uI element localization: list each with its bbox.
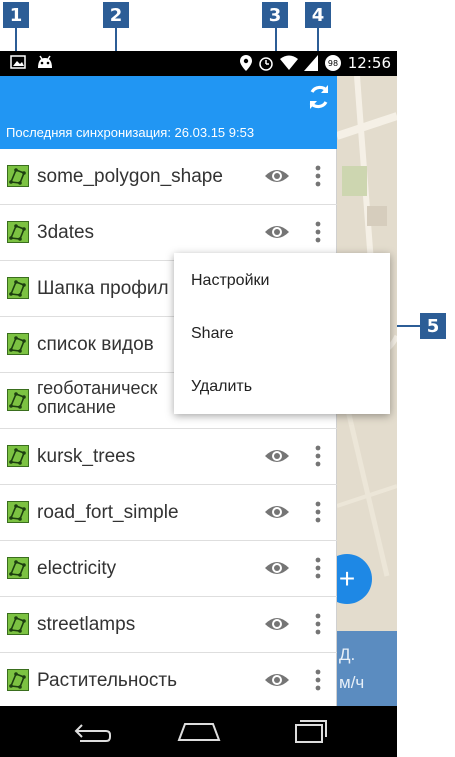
layer-row[interactable]: Растительность <box>0 653 337 709</box>
layer-list: some_polygon_shape 3dates Шапка профил с… <box>0 149 337 706</box>
android-icon <box>38 55 52 68</box>
signal-icon <box>303 55 318 71</box>
vector-layer-icon <box>7 501 29 523</box>
menu-item-delete[interactable]: Удалить <box>174 361 390 413</box>
map-info-line1: Д. <box>339 645 356 664</box>
vector-layer-icon <box>7 221 29 243</box>
menu-item-share-label: Share <box>191 325 234 342</box>
status-bar: 98 12:56 <box>0 51 397 76</box>
layer-row[interactable]: streetlamps <box>0 597 337 653</box>
vector-layer-icon <box>7 277 29 299</box>
vector-layer-icon <box>7 613 29 635</box>
clock: 12:56 <box>347 54 391 72</box>
layer-context-menu: Настройки Share Удалить <box>174 253 390 414</box>
location-pin-icon <box>239 55 252 71</box>
last-sync-text: Последняя синхронизация: 26.03.15 9:53 <box>6 125 255 140</box>
layer-name: 3dates <box>37 222 95 243</box>
visibility-eye-icon[interactable] <box>264 222 290 242</box>
map-info-panel: Д. м/ч <box>337 631 397 706</box>
layer-row[interactable]: kursk_trees <box>0 429 337 485</box>
layer-name: геоботаническ описание <box>37 378 158 417</box>
layer-name: road_fort_simple <box>37 502 179 523</box>
visibility-eye-icon[interactable] <box>264 166 290 186</box>
more-options-icon[interactable] <box>310 499 326 525</box>
vector-layer-icon <box>7 333 29 355</box>
layer-name: Шапка профил <box>37 278 169 299</box>
callout-1: 1 <box>3 2 29 28</box>
sync-icon[interactable] <box>304 82 334 112</box>
visibility-eye-icon[interactable] <box>264 614 290 634</box>
layer-name: kursk_trees <box>37 446 136 467</box>
visibility-eye-icon[interactable] <box>264 446 290 466</box>
layers-toolbar: Последняя синхронизация: 26.03.15 9:53 <box>0 76 337 149</box>
layer-name: electricity <box>37 558 117 579</box>
battery-level: 98 <box>328 59 338 68</box>
menu-item-settings-label: Настройки <box>191 272 270 289</box>
menu-item-share[interactable]: Share <box>174 308 390 360</box>
vector-layer-icon <box>7 165 29 187</box>
gallery-icon <box>10 55 26 69</box>
layer-row[interactable]: electricity <box>0 541 337 597</box>
vector-layer-icon <box>7 557 29 579</box>
vector-layer-icon <box>7 445 29 467</box>
visibility-eye-icon[interactable] <box>264 670 290 690</box>
battery-icon: 98 <box>324 55 341 71</box>
layer-name: some_polygon_shape <box>37 166 223 187</box>
more-options-icon[interactable] <box>310 611 326 637</box>
menu-item-delete-label: Удалить <box>191 378 253 395</box>
layer-row[interactable]: some_polygon_shape <box>0 149 337 205</box>
visibility-eye-icon[interactable] <box>264 502 290 522</box>
wifi-icon <box>279 55 298 70</box>
layer-name: Растительность <box>37 670 177 691</box>
back-icon[interactable] <box>70 718 112 744</box>
phone-screen: 98 12:56 + Д. м/ч Последняя синхронизаци… <box>0 51 397 757</box>
more-options-icon[interactable] <box>310 667 326 693</box>
callout-2: 2 <box>103 2 129 28</box>
callout-3: 3 <box>262 2 288 28</box>
layer-name: список видов <box>37 334 154 355</box>
menu-item-settings[interactable]: Настройки <box>174 255 390 307</box>
callout-5: 5 <box>420 313 446 339</box>
home-icon[interactable] <box>177 718 221 744</box>
vector-layer-icon <box>7 669 29 691</box>
more-options-icon[interactable] <box>310 219 326 245</box>
alarm-icon <box>259 57 273 71</box>
navigation-bar <box>0 706 397 757</box>
visibility-eye-icon[interactable] <box>264 558 290 578</box>
layer-row[interactable]: road_fort_simple <box>0 485 337 541</box>
more-options-icon[interactable] <box>310 555 326 581</box>
layer-name: streetlamps <box>37 614 136 635</box>
recent-apps-icon[interactable] <box>292 718 328 744</box>
callout-4: 4 <box>305 2 331 28</box>
map-info-line2: м/ч <box>339 673 365 692</box>
more-options-icon[interactable] <box>310 163 326 189</box>
vector-layer-icon <box>7 389 29 411</box>
more-options-icon[interactable] <box>310 443 326 469</box>
